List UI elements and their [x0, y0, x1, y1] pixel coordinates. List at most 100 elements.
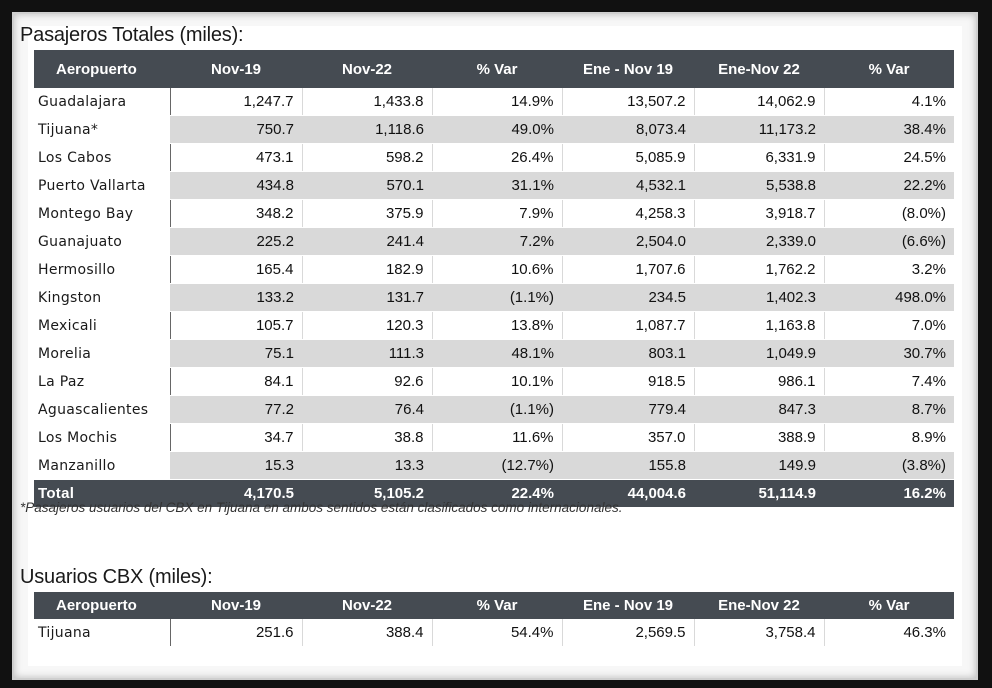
- value-cell: 473.1: [169, 143, 302, 172]
- airport-name-cell: Puerto Vallarta: [34, 171, 170, 200]
- column-header: Aeropuerto: [34, 592, 170, 619]
- value-cell: 4,532.1: [562, 171, 694, 200]
- value-cell: 111.3: [302, 339, 432, 368]
- value-cell: 388.9: [693, 423, 824, 452]
- table-row: Los Cabos 473.1 598.2 26.4% 5,085.9 6,331.9 24…: [34, 143, 954, 172]
- value-cell: 165.4: [169, 255, 302, 284]
- value-cell: 84.1: [169, 367, 302, 396]
- value-cell: 5,085.9: [561, 143, 694, 172]
- column-header: Nov-19: [170, 592, 302, 619]
- column-header: Ene-Nov 22: [694, 50, 824, 88]
- value-cell: 2,569.5: [561, 619, 694, 647]
- value-cell: 1,247.7: [169, 88, 302, 116]
- value-cell: 5,538.8: [694, 171, 824, 200]
- value-cell: 750.7: [170, 115, 302, 144]
- value-cell: 155.8: [562, 451, 694, 480]
- value-cell: 3,758.4: [693, 619, 824, 647]
- value-cell: 918.5: [561, 367, 694, 396]
- value-cell: 2,504.0: [562, 227, 694, 256]
- value-cell: 225.2: [170, 227, 302, 256]
- value-cell: 105.7: [169, 311, 302, 340]
- table-header-row: Aeropuerto Nov-19 Nov-22% Var Ene - Nov 19 E…: [34, 50, 954, 88]
- value-cell: 38.4%: [824, 115, 954, 144]
- value-cell: 241.4: [302, 227, 432, 256]
- column-header: Ene - Nov 19: [562, 592, 694, 619]
- table-row: Montego Bay 348.2 375.9 7.9% 4,258.3 3,918.7(…: [34, 199, 954, 228]
- value-cell: 348.2: [169, 199, 302, 228]
- value-cell: (12.7%): [432, 451, 562, 480]
- column-header: Ene - Nov 19: [562, 50, 694, 88]
- value-cell: 375.9: [301, 199, 432, 228]
- table-row: Tijuana* 750.7 1,118.6 49.0% 8,073.4 11,173.2…: [34, 115, 954, 144]
- table-row: La Paz 84.1 92.6 10.1% 918.5 986.1 7.4%: [34, 367, 954, 396]
- value-cell: 75.1: [170, 339, 302, 368]
- value-cell: 3,918.7: [693, 199, 824, 228]
- value-cell: 48.1%: [432, 339, 562, 368]
- value-cell: 13,507.2: [561, 88, 694, 116]
- column-header: % Var: [824, 592, 954, 619]
- value-cell: 120.3: [301, 311, 432, 340]
- value-cell: 434.8: [170, 171, 302, 200]
- value-cell: 4.1%: [823, 88, 954, 116]
- table-header-row: Aeropuerto Nov-19 Nov-22% Var Ene - Nov 19 E…: [34, 592, 954, 619]
- table-row: Hermosillo 165.4 182.9 10.6% 1,707.6 1,762.2 3…: [34, 255, 954, 284]
- table1-title: Pasajeros Totales (miles):: [20, 24, 244, 46]
- table2-title: Usuarios CBX (miles):: [20, 566, 213, 588]
- value-cell: 7.9%: [431, 199, 562, 228]
- value-cell: 14.9%: [431, 88, 562, 116]
- value-cell: 76.4: [302, 395, 432, 424]
- airport-name-cell: Morelia: [34, 339, 170, 368]
- value-cell: 251.6: [169, 619, 302, 647]
- value-cell: 11,173.2: [694, 115, 824, 144]
- value-cell: 7.4%: [823, 367, 954, 396]
- value-cell: 54.4%: [431, 619, 562, 647]
- value-cell: 10.6%: [431, 255, 562, 284]
- value-cell: 49.0%: [432, 115, 562, 144]
- airport-name-cell: Aguascalientes: [34, 395, 170, 424]
- value-cell: 7.0%: [823, 311, 954, 340]
- value-cell: 779.4: [562, 395, 694, 424]
- value-cell: 131.7: [302, 283, 432, 312]
- table-row: Los Mochis 34.7 38.8 11.6% 357.0 388.9 8.9%: [34, 423, 954, 452]
- airport-name-cell: Mexicali: [34, 311, 170, 340]
- value-cell: 24.5%: [823, 143, 954, 172]
- table-row: Morelia 75.1 111.3 48.1% 803.1 1,049.9 30.7%: [34, 339, 954, 368]
- value-cell: 357.0: [561, 423, 694, 452]
- value-cell: 498.0%: [824, 283, 954, 312]
- value-cell: 2,339.0: [694, 227, 824, 256]
- airport-name-cell: Hermosillo: [34, 255, 170, 284]
- value-cell: 30.7%: [824, 339, 954, 368]
- table-row: Kingston 133.2 131.7 (1.1%) 234.5 1,402.3 498.…: [34, 283, 954, 312]
- table-row: Puerto Vallarta 434.8 570.1 31.1% 4,532.1 5,5…: [34, 171, 954, 200]
- value-cell: 77.2: [170, 395, 302, 424]
- value-cell: 1,433.8: [301, 88, 432, 116]
- value-cell: 1,049.9: [694, 339, 824, 368]
- airport-name-cell: Guadalajara: [34, 88, 170, 116]
- value-cell: (3.8%): [824, 451, 954, 480]
- value-cell: 847.3: [694, 395, 824, 424]
- airport-name-cell: Tijuana: [34, 619, 170, 647]
- value-cell: 11.6%: [431, 423, 562, 452]
- value-cell: 38.8: [301, 423, 432, 452]
- value-cell: 149.9: [694, 451, 824, 480]
- airport-name-cell: Guanajuato: [34, 227, 170, 256]
- value-cell: (1.1%): [432, 395, 562, 424]
- table-row: Mexicali 105.7 120.3 13.8% 1,087.7 1,163.8 7.0…: [34, 311, 954, 340]
- value-cell: 1,762.2: [693, 255, 824, 284]
- value-cell: 13.8%: [431, 311, 562, 340]
- table-row: Guanajuato 225.2 241.4 7.2% 2,504.0 2,339.0 (6…: [34, 227, 954, 256]
- value-cell: (6.6%): [824, 227, 954, 256]
- value-cell: 7.2%: [432, 227, 562, 256]
- value-cell: 388.4: [301, 619, 432, 647]
- value-cell: 1,087.7: [561, 311, 694, 340]
- value-cell: 13.3: [302, 451, 432, 480]
- value-cell: 6,331.9: [693, 143, 824, 172]
- airport-name-cell: Kingston: [34, 283, 170, 312]
- value-cell: 15.3: [170, 451, 302, 480]
- value-cell: 133.2: [170, 283, 302, 312]
- value-cell: 4,258.3: [561, 199, 694, 228]
- column-header: Ene-Nov 22: [694, 592, 824, 619]
- column-header: Aeropuerto: [34, 50, 170, 88]
- airport-name-cell: La Paz: [34, 367, 170, 396]
- value-cell: 16.2%: [824, 479, 954, 508]
